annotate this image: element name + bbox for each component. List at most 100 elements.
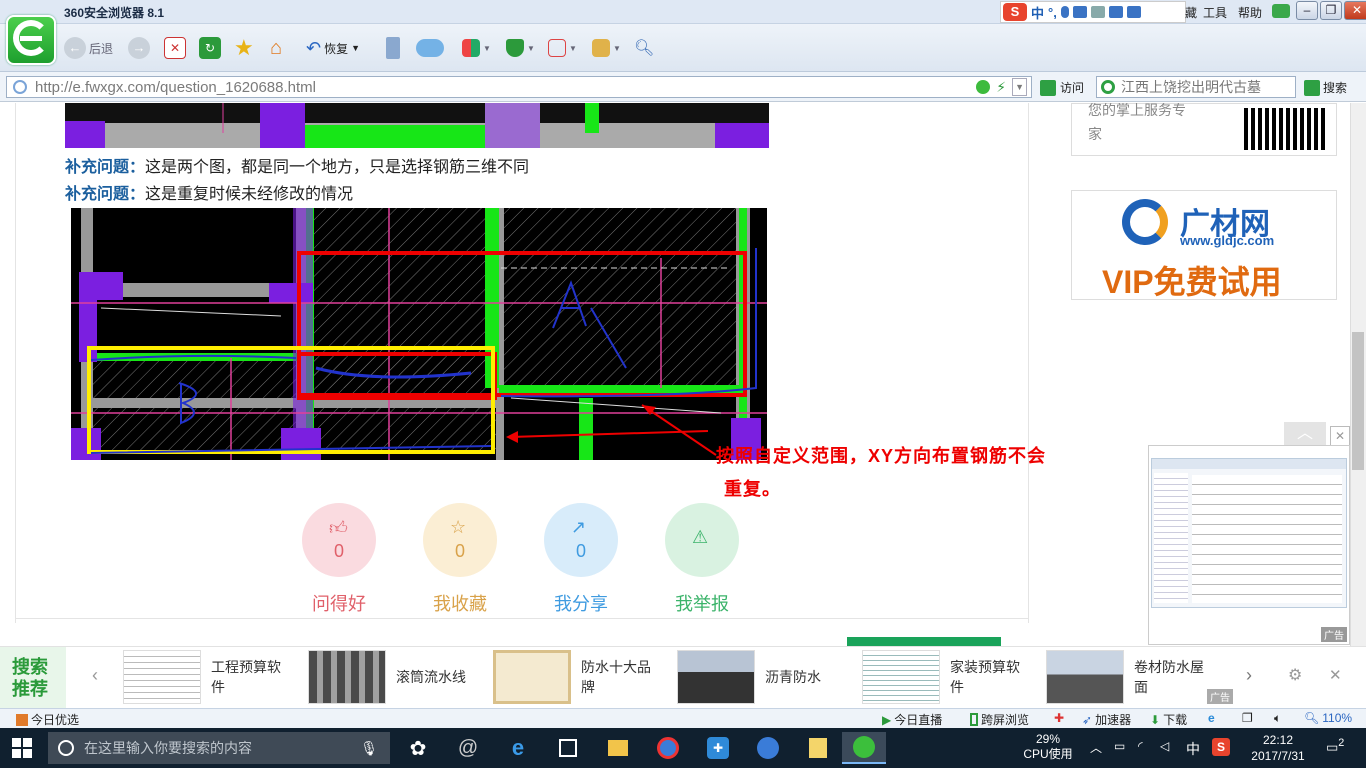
back-to-top-button[interactable]: ︿ — [1284, 422, 1326, 446]
scrollbar-thumb[interactable] — [1352, 332, 1364, 470]
forward-button[interactable]: → — [128, 36, 150, 60]
zoom-button[interactable]: 🔍︎ 110% — [1304, 711, 1352, 725]
reco-thumb — [862, 650, 940, 704]
task-store[interactable] — [546, 732, 590, 764]
taskbar-search[interactable]: 在这里输入你要搜索的内容 🎙︎ — [48, 732, 390, 764]
task-edge[interactable]: e — [496, 732, 540, 764]
mobile-button[interactable] — [386, 36, 400, 60]
float-ad[interactable]: 广告 — [1148, 445, 1350, 645]
live-button[interactable]: ▶ 今日直播 — [882, 711, 942, 728]
taskbar: 在这里输入你要搜索的内容 🎙︎ ✿ @ e ✚ 29% CPU使用 ︿ ▭ ◜ … — [0, 728, 1366, 768]
task-360-browser[interactable] — [842, 732, 886, 764]
today-picks[interactable]: 今日优选 — [16, 711, 79, 728]
mobile-service-box[interactable]: 您的掌上服务专 家 — [1071, 103, 1337, 156]
plus-button[interactable]: ✚ — [1054, 711, 1064, 725]
window-button[interactable]: ❐ — [1242, 711, 1253, 725]
screenshot-button[interactable]: ▼ — [592, 36, 621, 60]
tray-chevron-icon[interactable]: ︿ — [1090, 739, 1102, 756]
mic-icon[interactable] — [1060, 6, 1069, 18]
wrench-icon[interactable] — [1126, 6, 1141, 18]
cpu-meter[interactable]: 29% CPU使用 — [1018, 732, 1078, 762]
content-border-left — [15, 103, 16, 623]
task-app-2[interactable]: @ — [446, 732, 490, 764]
visit-button[interactable]: 访问 — [1040, 79, 1084, 96]
like-circle[interactable]: 👍︎ 0 — [302, 503, 376, 577]
favorite-circle[interactable]: ☆ 0 — [423, 503, 497, 577]
keyboard-icon[interactable] — [1072, 6, 1087, 18]
task-app-6[interactable] — [646, 732, 690, 764]
task-app-7[interactable]: ✚ — [696, 732, 740, 764]
punctuation-icon[interactable]: °, — [1048, 5, 1057, 20]
task-app-8[interactable] — [746, 732, 790, 764]
favorite-action[interactable]: ☆ 0 我收藏 — [423, 503, 497, 616]
sogou-icon[interactable]: S — [1003, 3, 1027, 21]
menu-view-visible[interactable]: 藏 — [1185, 4, 1197, 21]
browser-logo-icon[interactable] — [6, 15, 56, 65]
next-arrow-icon[interactable]: › — [1246, 665, 1252, 686]
ime-indicator[interactable]: 中 — [1186, 739, 1200, 759]
minimize-button[interactable]: – — [1296, 1, 1318, 20]
star-outline-icon: ☆ — [450, 517, 467, 537]
task-explorer[interactable] — [596, 732, 640, 764]
search-button[interactable]: 搜索 — [1304, 79, 1347, 96]
ime-mode[interactable]: 中 — [1031, 3, 1044, 22]
wifi-icon[interactable]: ◜ — [1138, 739, 1143, 753]
ie-button[interactable]: e — [1208, 711, 1215, 725]
green-button-edge[interactable] — [847, 637, 1001, 646]
maximize-button[interactable]: ❐ — [1320, 1, 1342, 20]
user-icon[interactable] — [1090, 6, 1105, 18]
question-image-1[interactable] — [65, 103, 769, 148]
gldjc-ad[interactable]: 广材网 www.gldjc.com VIP免费试用 — [1071, 190, 1337, 300]
prev-arrow-icon[interactable]: ‹ — [92, 665, 98, 686]
close-icon[interactable]: ✕ — [1329, 666, 1342, 684]
search-input[interactable]: 江西上饶挖出明代古墓 — [1096, 76, 1296, 98]
reco-item[interactable]: 防水十大品牌 — [493, 649, 653, 705]
share-circle[interactable]: ↗ 0 — [544, 503, 618, 577]
share-action[interactable]: ↗ 0 我分享 — [544, 503, 618, 616]
reco-item[interactable]: 工程预算软件 — [123, 649, 283, 705]
zoom-tool-button[interactable]: 🔍︎ — [634, 36, 654, 60]
favorite-button[interactable]: ★ — [234, 35, 254, 60]
thumbs-up-icon: 👍︎ — [329, 518, 348, 538]
clock[interactable]: 22:12 2017/7/31 — [1244, 732, 1312, 764]
dropdown-arrow-icon[interactable]: ▼ — [1012, 78, 1027, 96]
refresh-button[interactable]: ↻ — [199, 36, 221, 60]
volume-icon[interactable]: ◁ — [1160, 739, 1169, 753]
report-circle[interactable]: ⚠ — [665, 503, 739, 577]
gear-icon[interactable]: ⚙ — [1288, 665, 1302, 685]
shirt-icon[interactable] — [1108, 6, 1123, 18]
ad-close-button[interactable]: ✕ — [1330, 426, 1350, 446]
sogou-tray-icon[interactable]: S — [1212, 738, 1230, 756]
stop-button[interactable]: ✕ — [164, 36, 186, 60]
task-app-1[interactable]: ✿ — [396, 732, 440, 764]
menu-help[interactable]: 帮助 — [1238, 4, 1262, 21]
url-field[interactable]: http://e.fwxgx.com/question_1620688.html… — [6, 76, 1032, 98]
visit-label: 访问 — [1060, 81, 1085, 95]
reco-item[interactable]: 滚筒流水线 — [308, 649, 468, 705]
reco-item[interactable]: 卷材防水屋面 — [1046, 649, 1206, 705]
network-icon[interactable]: ▭ — [1114, 739, 1125, 753]
close-button[interactable]: ✕ — [1344, 1, 1366, 20]
accelerator-button[interactable]: ➶ 加速器 — [1082, 711, 1131, 728]
windows-start-icon[interactable] — [12, 738, 32, 758]
cross-screen-button[interactable]: 跨屏浏览 — [970, 711, 1029, 728]
translate-button[interactable]: ▼ — [548, 36, 577, 60]
restore-button[interactable]: ↶ 恢复 ▼ — [306, 36, 360, 60]
apps-button[interactable]: ▼ — [462, 36, 491, 60]
share-count: 0 — [575, 541, 586, 561]
cloud-button[interactable] — [416, 36, 444, 60]
notification-center[interactable]: ▭2 — [1326, 737, 1344, 755]
like-action[interactable]: 👍︎ 0 问得好 — [302, 503, 376, 616]
skin-icon[interactable] — [1272, 4, 1290, 18]
back-button[interactable]: ← 后退 — [64, 36, 113, 60]
reco-item[interactable]: 家装预算软件 — [862, 649, 1022, 705]
menu-tools[interactable]: 工具 — [1203, 4, 1227, 21]
report-action[interactable]: ⚠ 我举报 — [665, 503, 739, 616]
home-button[interactable]: ⌂ — [270, 36, 282, 60]
security-button[interactable]: ▼ — [506, 36, 535, 60]
volume-button[interactable]: 🔈︎ — [1274, 711, 1281, 726]
reco-item[interactable]: 沥青防水 — [677, 649, 837, 705]
ime-toolbar[interactable]: S 中 °, — [1000, 1, 1186, 23]
download-button[interactable]: ⬇ 下载 — [1150, 711, 1187, 728]
task-notes[interactable] — [796, 732, 840, 764]
